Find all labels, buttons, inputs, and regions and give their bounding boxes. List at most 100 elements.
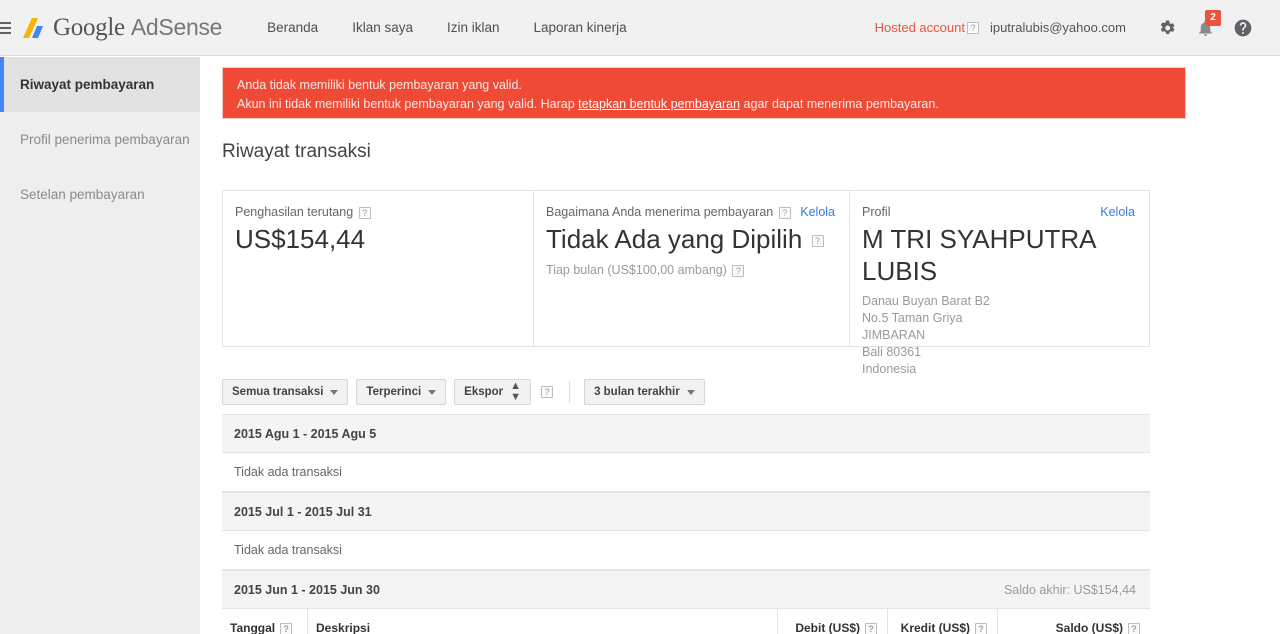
- chevron-down-icon: [330, 389, 339, 395]
- address-line: Bali 80361: [862, 345, 922, 359]
- transaction-group-header[interactable]: 2015 Jun 1 - 2015 Jun 30 Saldo akhir: US…: [222, 570, 1150, 609]
- chevron-down-icon: [686, 389, 695, 395]
- logo-text: Google AdSense: [53, 14, 222, 42]
- transaction-group-period: 2015 Agu 1 - 2015 Agu 5: [234, 426, 377, 441]
- adsense-logo-icon: [20, 15, 46, 41]
- logo-google-word: Google: [53, 13, 125, 41]
- nav-item-beranda[interactable]: Beranda: [250, 0, 335, 56]
- payment-method-value: Tidak Ada yang Dipilih: [546, 224, 803, 254]
- address-line: JIMBARAN: [862, 328, 926, 342]
- sidebar-item-label: Riwayat pembayaran: [20, 77, 155, 92]
- earnings-label-row: Penghasilan terutang ?: [235, 205, 517, 219]
- page-title: Riwayat transaksi: [222, 141, 371, 162]
- debit-help-icon[interactable]: ?: [865, 623, 877, 634]
- notifications-button[interactable]: 2: [1186, 8, 1224, 48]
- column-label: Debit (US$): [795, 621, 860, 634]
- transaction-group-balance: Saldo akhir: US$154,44: [1003, 582, 1136, 597]
- alert-line-1: Anda tidak memiliki bentuk pembayaran ya…: [237, 78, 522, 92]
- export-button[interactable]: Ekspor ▲ ▼: [454, 379, 532, 405]
- nav-item-iklan-saya[interactable]: Iklan saya: [335, 0, 430, 56]
- settings-button[interactable]: [1148, 8, 1186, 48]
- main-content: Anda tidak memiliki bentuk pembayaran ya…: [200, 57, 1280, 634]
- address-line: Danau Buyan Barat B2: [862, 294, 990, 308]
- account-email: iputralubis@yahoo.com: [989, 20, 1126, 35]
- payment-method-value-help-icon[interactable]: ?: [811, 235, 824, 248]
- nav-item-izin-iklan[interactable]: Izin iklan: [430, 0, 517, 56]
- toolbar-divider: [569, 381, 571, 403]
- up-down-arrows-icon: ▲ ▼: [510, 380, 522, 403]
- manage-profile-link[interactable]: Kelola: [1100, 205, 1135, 219]
- transaction-empty-row: Tidak ada transaksi: [222, 531, 1150, 570]
- sidebar-item-label: Setelan pembayaran: [20, 187, 145, 202]
- date-range-label: 3 bulan terakhir: [594, 386, 680, 398]
- address-line: No.5 Taman Griya: [862, 311, 963, 325]
- chevron-down-icon: [428, 389, 437, 395]
- alert-line-2-after: agar dapat menerima pembayaran.: [740, 97, 939, 111]
- column-header-kredit: Kredit (US$) ?: [888, 607, 998, 634]
- gear-icon: [1160, 20, 1175, 34]
- payment-threshold-help-icon[interactable]: ?: [732, 264, 745, 277]
- payment-method-alert: Anda tidak memiliki bentuk pembayaran ya…: [222, 67, 1186, 119]
- profile-column: Kelola Profil M TRI SYAHPUTRA LUBIS Dana…: [849, 191, 1149, 376]
- payment-method-column: Kelola Bagaimana Anda menerima pembayara…: [533, 191, 849, 346]
- export-help-icon[interactable]: ?: [541, 386, 554, 398]
- payment-method-label: Bagaimana Anda menerima pembayaran: [546, 205, 774, 219]
- profile-name: M TRI SYAHPUTRA LUBIS: [862, 224, 1096, 286]
- earnings-label: Penghasilan terutang: [235, 205, 354, 219]
- alert-setup-payment-link[interactable]: tetapkan bentuk pembayaran: [578, 97, 740, 111]
- logo-product-word: AdSense: [130, 13, 223, 40]
- detail-level-label: Terperinci: [366, 386, 422, 398]
- help-button[interactable]: [1224, 8, 1262, 48]
- summary-card: Penghasilan terutang ? US$154,44 Kelola …: [222, 190, 1150, 376]
- detail-level-dropdown[interactable]: Terperinci: [356, 379, 447, 405]
- transaction-group-header[interactable]: 2015 Agu 1 - 2015 Agu 5: [222, 414, 1150, 453]
- alert-line-2: Akun ini tidak memiliki bentuk pembayara…: [237, 95, 1171, 114]
- sidebar-item-profil-penerima-pembayaran[interactable]: Profil penerima pembayaran: [0, 112, 200, 167]
- nav-item-laporan-kinerja[interactable]: Laporan kinerja: [517, 0, 644, 56]
- hamburger-menu-icon[interactable]: [0, 21, 12, 34]
- left-sidebar: Riwayat pembayaran Profil penerima pemba…: [0, 57, 200, 634]
- export-label: Ekspor: [464, 386, 504, 398]
- payment-method-help-icon[interactable]: ?: [778, 206, 791, 219]
- transactions-list: 2015 Agu 1 - 2015 Agu 5 Tidak ada transa…: [222, 414, 1150, 634]
- transactions-toolbar: Semua transaksi Terperinci Ekspor ▲ ▼ ? 3…: [222, 379, 705, 405]
- transaction-group-period: 2015 Jun 1 - 2015 Jun 30: [234, 582, 380, 597]
- hosted-account-label: Hosted account: [874, 20, 965, 35]
- column-label: Tanggal: [230, 621, 276, 634]
- date-range-dropdown[interactable]: 3 bulan terakhir: [584, 379, 705, 405]
- hosted-account-help-icon[interactable]: ?: [966, 21, 979, 34]
- header-right-cluster: Hosted account ? iputralubis@yahoo.com 2: [875, 8, 1280, 48]
- column-label: Saldo (US$): [1055, 621, 1123, 634]
- column-label: Kredit (US$): [900, 621, 970, 634]
- saldo-help-icon[interactable]: ?: [1128, 623, 1140, 634]
- manage-payment-method-link[interactable]: Kelola: [800, 205, 835, 219]
- payment-threshold-row: Tiap bulan (US$100,00 ambang) ?: [546, 263, 833, 277]
- transaction-group-period: 2015 Jul 1 - 2015 Jul 31: [234, 504, 372, 519]
- sidebar-item-setelan-pembayaran[interactable]: Setelan pembayaran: [0, 167, 200, 222]
- top-header-bar: Google AdSense Beranda Iklan saya Izin i…: [0, 0, 1280, 56]
- column-header-deskripsi: Deskripsi: [308, 607, 778, 634]
- sidebar-item-label: Profil penerima pembayaran: [20, 132, 190, 147]
- address-line: Indonesia: [862, 362, 917, 376]
- help-circle-icon: [1234, 19, 1252, 36]
- column-label: Deskripsi: [316, 621, 371, 634]
- profile-label: Profil: [862, 205, 891, 219]
- payment-threshold-text: Tiap bulan (US$100,00 ambang): [546, 263, 727, 277]
- column-header-debit: Debit (US$) ?: [778, 607, 888, 634]
- tanggal-help-icon[interactable]: ?: [280, 623, 293, 634]
- payment-method-label-row: Bagaimana Anda menerima pembayaran ?: [546, 205, 833, 219]
- sidebar-item-riwayat-pembayaran[interactable]: Riwayat pembayaran: [0, 57, 200, 112]
- transaction-type-label: Semua transaksi: [232, 386, 324, 398]
- profile-address: Danau Buyan Barat B2 No.5 Taman Griya JI…: [862, 293, 1133, 378]
- kredit-help-icon[interactable]: ?: [975, 623, 987, 634]
- transaction-type-dropdown[interactable]: Semua transaksi: [222, 379, 349, 405]
- notification-count-badge: 2: [1205, 9, 1221, 26]
- earnings-column: Penghasilan terutang ? US$154,44: [223, 191, 533, 346]
- payment-method-value-row: Tidak Ada yang Dipilih ?: [546, 223, 833, 255]
- transaction-empty-row: Tidak ada transaksi: [222, 453, 1150, 492]
- transactions-table-header: Tanggal ? Deskripsi Debit (US$) ? Kredit…: [222, 607, 1150, 634]
- adsense-logo[interactable]: Google AdSense: [20, 14, 222, 42]
- primary-navigation: Beranda Iklan saya Izin iklan Laporan ki…: [250, 0, 643, 56]
- earnings-help-icon[interactable]: ?: [358, 206, 371, 219]
- transaction-group-header[interactable]: 2015 Jul 1 - 2015 Jul 31: [222, 492, 1150, 531]
